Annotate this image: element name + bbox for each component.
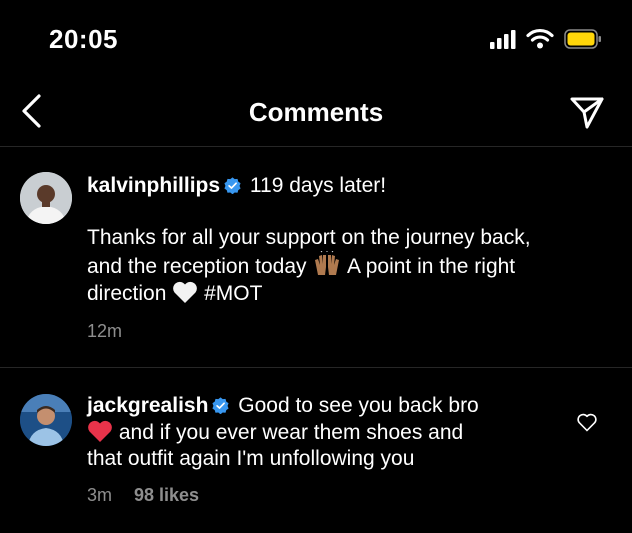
cellular-signal-icon xyxy=(490,29,516,49)
nav-bar: Comments xyxy=(0,80,632,147)
post-caption: kalvinphillips 119 days later! Thanks fo… xyxy=(0,147,632,368)
caption-text: kalvinphillips 119 days later! Thanks fo… xyxy=(87,173,607,307)
page-title: Comments xyxy=(248,97,384,127)
comment-timestamp: 3m xyxy=(87,485,113,505)
caption-hashtag[interactable]: #MOT xyxy=(204,282,262,305)
battery-icon xyxy=(564,28,601,49)
status-icons xyxy=(490,28,602,49)
comment-text-line2: and if you ever wear them shoes and xyxy=(118,421,464,444)
send-direct-icon[interactable] xyxy=(569,95,605,131)
comment-username[interactable]: jackgrealish xyxy=(87,394,208,417)
like-heart-icon[interactable] xyxy=(577,413,597,432)
wifi-icon xyxy=(526,28,554,49)
comment-text-line1: Good to see you back bro xyxy=(238,394,479,417)
raising-hands-emoji-icon xyxy=(315,251,340,275)
comment-likes-count[interactable]: 98 likes xyxy=(134,485,199,506)
status-bar: 20:05 xyxy=(0,0,632,80)
comment-text: jackgrealish Good to see you back bro an… xyxy=(87,393,547,472)
white-heart-emoji-icon xyxy=(173,281,198,303)
caption-username[interactable]: kalvinphillips xyxy=(87,174,220,197)
comment-meta: 3m 98 likes xyxy=(87,485,199,506)
red-heart-emoji-icon xyxy=(88,420,112,442)
caption-body-line4: direction xyxy=(87,282,167,305)
caption-headline: 119 days later! xyxy=(249,174,387,197)
avatar[interactable] xyxy=(20,172,72,224)
comment-text-line3: that outfit again I'm unfollowing you xyxy=(87,447,415,470)
avatar[interactable] xyxy=(20,394,72,446)
caption-body-line3: A point in the right xyxy=(347,255,516,278)
verified-badge-icon xyxy=(224,177,241,194)
caption-body-line1: Thanks for all your support on the journ… xyxy=(87,226,531,249)
status-time: 20:05 xyxy=(49,24,118,54)
caption-body-line2: and the reception today xyxy=(87,255,307,278)
verified-badge-icon xyxy=(212,397,229,414)
caption-timestamp: 12m xyxy=(87,321,123,341)
